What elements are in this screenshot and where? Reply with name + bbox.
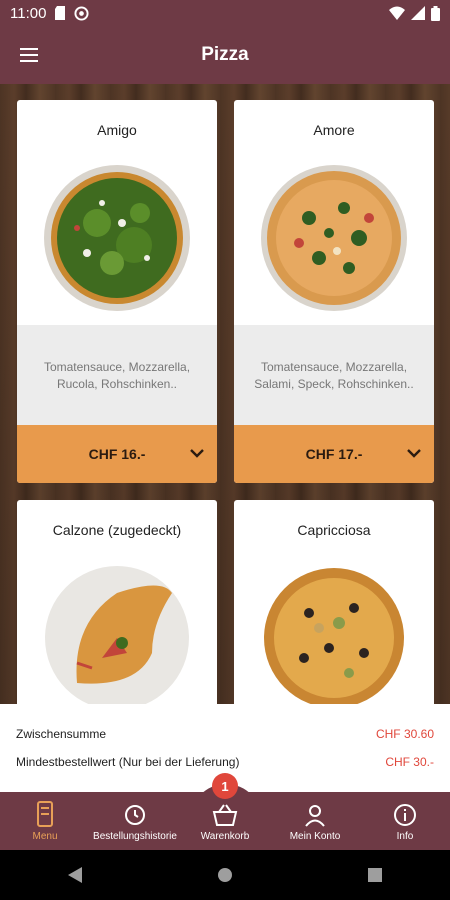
cart-count-badge: 1	[212, 773, 238, 799]
product-card-capricciosa[interactable]: Capricciosa	[234, 500, 434, 704]
menu-card-icon	[37, 801, 53, 827]
nav-menu[interactable]: Menu	[0, 792, 90, 850]
minimum-order-row: Mindestbestellwert (Nur bei der Lieferun…	[16, 748, 434, 776]
product-description: Tomatensauce, Mozzarella, Salami, Speck,…	[234, 325, 434, 425]
info-icon	[394, 804, 416, 826]
back-icon[interactable]	[67, 867, 82, 883]
home-icon[interactable]	[217, 867, 233, 883]
product-card-calzone[interactable]: Calzone (zugedeckt)	[17, 500, 217, 704]
product-price: CHF 17.-	[305, 446, 363, 462]
app-bar: Pizza	[0, 26, 450, 84]
battery-icon	[431, 5, 440, 21]
product-name: Amigo	[97, 122, 137, 138]
product-image-calzone	[17, 550, 217, 704]
system-navigation-bar	[0, 850, 450, 900]
nav-info-label: Info	[396, 831, 414, 842]
product-name: Calzone (zugedeckt)	[52, 522, 182, 538]
hamburger-menu-button[interactable]	[14, 40, 44, 70]
add-to-cart-bar[interactable]: CHF 16.-	[17, 425, 217, 483]
status-bar: 11:00	[0, 0, 450, 26]
nav-cart[interactable]: Warenkorb	[180, 792, 270, 850]
signal-icon	[411, 6, 425, 20]
subtotal-row: Zwischensumme CHF 30.60	[16, 720, 434, 748]
wifi-icon	[389, 6, 405, 20]
product-name: Capricciosa	[297, 522, 371, 538]
product-card-amigo[interactable]: Amigo Tomatensauce, Mozzarella, Rucola, …	[17, 100, 217, 483]
minimum-order-value: CHF 30.-	[385, 755, 434, 769]
bottom-navigation: Menu Bestellungshistorie Warenkorb Mein …	[0, 792, 450, 850]
chevron-down-icon[interactable]	[189, 445, 205, 461]
product-image-amore	[234, 150, 434, 325]
product-card-amore[interactable]: Amore Tomatensauce, Mozzarella, Salami, …	[234, 100, 434, 483]
basket-icon	[212, 804, 238, 826]
product-description: Tomatensauce, Mozzarella, Rucola, Rohsch…	[17, 325, 217, 425]
nav-account-label: Mein Konto	[289, 831, 341, 842]
page-title: Pizza	[201, 44, 249, 65]
subtotal-value: CHF 30.60	[375, 727, 434, 741]
nav-account[interactable]: Mein Konto	[270, 792, 360, 850]
minimum-order-label: Mindestbestellwert (Nur bei der Lieferun…	[16, 755, 240, 769]
recents-icon[interactable]	[368, 868, 383, 882]
product-price: CHF 16.-	[88, 446, 146, 462]
status-time: 11:00	[10, 4, 47, 22]
nav-menu-label: Menu	[32, 831, 58, 842]
subtotal-label: Zwischensumme	[16, 727, 107, 741]
hamburger-icon	[20, 48, 38, 62]
add-to-cart-bar[interactable]: CHF 17.-	[234, 425, 434, 483]
nav-info[interactable]: Info	[360, 792, 450, 850]
product-image-capricciosa	[234, 550, 434, 704]
nav-history-label: Bestellungshistorie	[93, 831, 177, 842]
product-grid[interactable]: Amigo Tomatensauce, Mozzarella, Rucola, …	[0, 84, 450, 704]
chevron-down-icon[interactable]	[406, 445, 422, 461]
product-image-amigo	[17, 150, 217, 325]
nav-cart-label: Warenkorb	[200, 831, 250, 842]
sd-card-icon	[55, 6, 66, 20]
person-icon	[305, 805, 325, 827]
history-icon	[125, 805, 145, 825]
nav-order-history[interactable]: Bestellungshistorie	[90, 792, 180, 850]
product-name: Amore	[313, 122, 355, 138]
at-sign-icon	[74, 5, 89, 21]
